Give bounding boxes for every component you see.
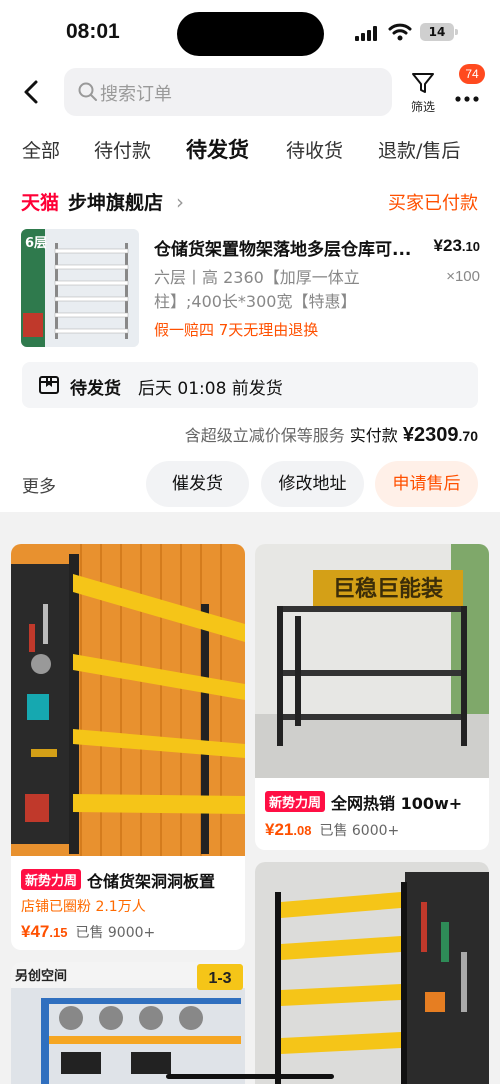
chevron-right-icon: ›	[176, 190, 184, 214]
status-bar: 08:01 14	[0, 0, 500, 66]
message-badge: 74	[459, 64, 485, 84]
rec-title-2[interactable]: 新势力周 全网热销 100w+	[265, 790, 462, 814]
wifi-icon	[388, 23, 412, 41]
product-title[interactable]: 仓储货架置物架落地多层仓库可...	[154, 235, 414, 260]
apply-aftersale-button[interactable]: 申请售后	[375, 461, 478, 507]
shipping-deadline: 后天 01:08 前发货	[138, 379, 283, 399]
rec-card-pegboard-shelf[interactable]: 新势力周 仓储货架洞洞板置 店铺已圈粉 2.1万人 ¥47.15 已售 9000+	[11, 544, 245, 950]
store-name[interactable]: 步坤旗舰店	[68, 188, 163, 215]
tab-pending-receipt[interactable]: 待收货	[286, 136, 343, 163]
rec-image-3: 另创空间 1-3	[11, 962, 245, 1084]
rec-price-1: ¥47.15 已售 9000+	[21, 922, 156, 941]
rec-image-2: 巨稳巨能装	[255, 544, 489, 778]
back-arrow-icon[interactable]	[20, 78, 44, 106]
urge-shipment-button[interactable]: 催发货	[146, 461, 249, 507]
search-bar[interactable]: 搜索订单	[64, 68, 392, 116]
tab-refund-aftersale[interactable]: 退款/售后	[378, 136, 460, 163]
rec-image-3-badge: 1-3	[208, 970, 231, 987]
product-thumbnail[interactable]: 6层	[21, 229, 139, 347]
rec-price-2: ¥21.08 已售 6000+	[265, 820, 400, 839]
tab-all[interactable]: 全部	[22, 136, 60, 163]
rec-fans-1: 店铺已圈粉 2.1万人	[21, 899, 146, 915]
rec-title-1[interactable]: 新势力周 仓储货架洞洞板置	[21, 868, 215, 892]
battery-level: 14	[428, 25, 446, 39]
search-placeholder[interactable]: 搜索订单	[100, 80, 172, 106]
shipping-status-box[interactable]: 待发货 后天 01:08 前发货	[22, 362, 478, 408]
dynamic-island	[177, 12, 324, 56]
product-spec: 六层丨高 2360【加厚一体立柱】;400长*300宽【特惠】	[154, 268, 360, 311]
home-indicator[interactable]	[166, 1074, 334, 1079]
cellular-signal-icon	[355, 25, 379, 41]
order-status: 买家已付款	[388, 193, 478, 214]
package-box-icon	[39, 376, 59, 394]
search-icon	[78, 82, 97, 101]
tab-pending-payment[interactable]: 待付款	[94, 136, 151, 163]
payment-summary: 含超级立减价保等服务 实付款 ¥2309.70	[185, 422, 478, 447]
filter-label: 筛选	[410, 100, 435, 114]
status-time: 08:01	[66, 20, 120, 43]
payment-label: 实付款	[349, 426, 398, 445]
more-menu-button[interactable]	[452, 84, 482, 114]
rec-card-bestseller-shelf[interactable]: 巨稳巨能装 新势力周 全网热销 100w+ ¥21.08 已售 6000+	[255, 544, 489, 850]
more-dots-icon	[455, 96, 479, 102]
filter-funnel-icon	[412, 73, 434, 93]
shipping-status: 待发货	[70, 379, 121, 399]
payment-amount: ¥2309.70	[402, 424, 478, 446]
product-quantity: ×100	[446, 268, 480, 285]
shelf-thumbnail-image: 6层	[21, 229, 139, 347]
order-tabs: 全部 待付款 待发货 待收货 退款/售后	[0, 118, 500, 176]
battery-icon: 14	[420, 23, 458, 41]
rec-card-3[interactable]: 另创空间 1-3	[11, 962, 245, 1084]
product-services: 假一赔四 7天无理由退换	[154, 321, 319, 339]
more-actions-link[interactable]: 更多	[22, 472, 56, 497]
tmall-logo: 天猫	[21, 192, 60, 214]
thumb-layer-text: 6层	[25, 236, 47, 251]
product-price: ¥23.10	[433, 236, 480, 255]
modify-address-button[interactable]: 修改地址	[261, 461, 364, 507]
rec-card-4[interactable]	[255, 862, 489, 1084]
order-card[interactable]: 天猫 步坤旗舰店 › 买家已付款 6层 仓储货架置物架落地多层仓库可... ¥2…	[0, 176, 500, 512]
rec-image-2-text: 巨稳巨能装	[333, 576, 443, 602]
payment-note: 含超级立减价保等服务	[184, 426, 345, 445]
rec-tag-1: 新势力周	[21, 869, 82, 890]
tab-pending-shipment[interactable]: 待发货	[186, 134, 249, 164]
rec-image-4	[255, 862, 489, 1084]
filter-button[interactable]: 筛选	[406, 68, 440, 116]
top-header: 搜索订单 筛选	[0, 66, 500, 118]
rec-tag-2: 新势力周	[265, 791, 326, 812]
rec-image-3-text: 另创空间	[15, 968, 67, 984]
rec-image-1	[11, 544, 245, 856]
